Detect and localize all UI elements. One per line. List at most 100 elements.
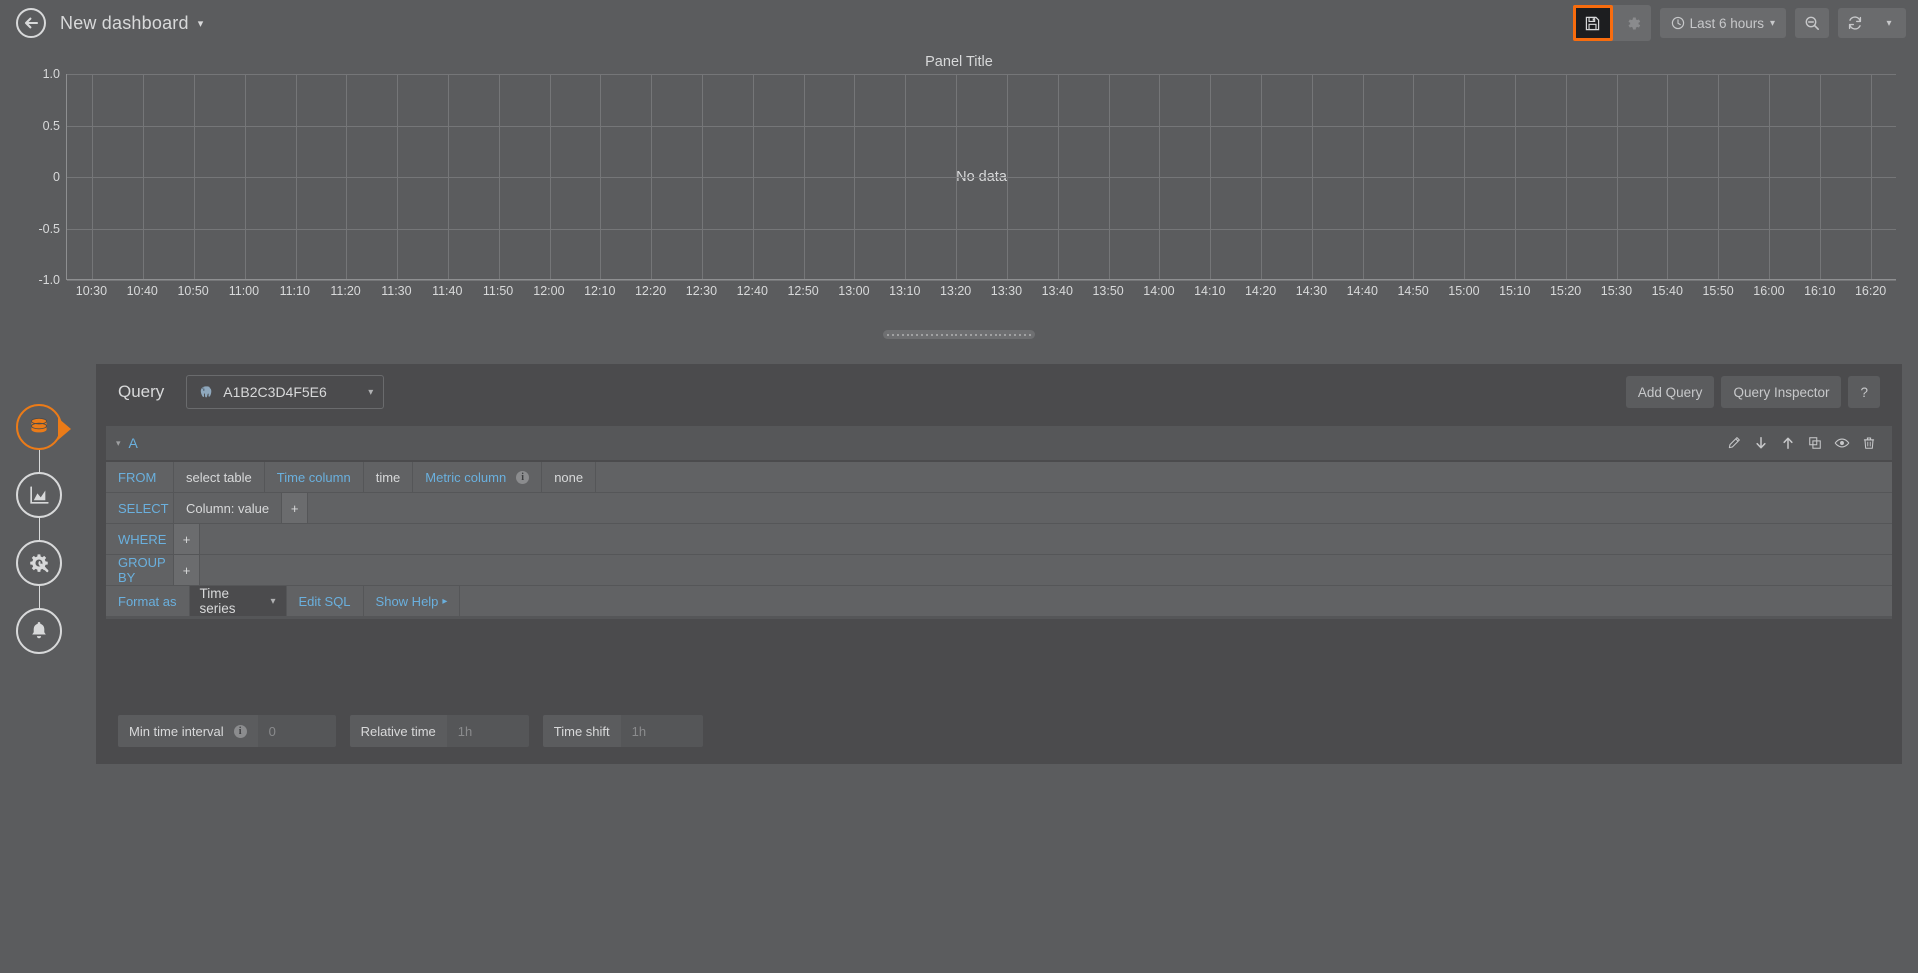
metric-column-info-icon[interactable]: i bbox=[516, 471, 529, 484]
duplicate-query-icon[interactable] bbox=[1801, 432, 1828, 454]
remove-query-icon[interactable] bbox=[1855, 432, 1882, 454]
drag-handle-dot bbox=[1019, 334, 1021, 336]
plot-area[interactable]: No data bbox=[66, 74, 1896, 280]
panel-resize-handle[interactable] bbox=[883, 330, 1035, 339]
min-time-interval-option: Min time interval i bbox=[118, 715, 336, 747]
min-time-interval-label-group: Min time interval i bbox=[118, 715, 258, 747]
grid-line-vertical bbox=[1718, 74, 1719, 279]
from-label: FROM bbox=[106, 462, 173, 492]
format-as-select[interactable]: Time series ▾ bbox=[190, 586, 286, 616]
x-axis-tick-label: 14:10 bbox=[1194, 284, 1225, 298]
show-help-button[interactable]: Show Help ▸ bbox=[364, 586, 460, 616]
time-shift-input[interactable] bbox=[621, 715, 703, 747]
query-help-button[interactable]: ? bbox=[1848, 376, 1880, 408]
refresh-interval-dropdown[interactable]: ▾ bbox=[1872, 8, 1906, 38]
drag-handle-dot bbox=[955, 334, 957, 336]
dashboard-settings-button[interactable] bbox=[1617, 8, 1651, 38]
datasource-picker[interactable]: A1B2C3D4F5E6 ▾ bbox=[186, 375, 384, 409]
arrow-up-icon bbox=[1781, 436, 1795, 450]
toggle-query-visibility-icon[interactable] bbox=[1828, 432, 1855, 454]
x-axis-tick-label: 12:10 bbox=[584, 284, 615, 298]
drag-handle-dot bbox=[907, 334, 909, 336]
sidebar-item-visualization[interactable] bbox=[16, 472, 62, 518]
graph-area: 1.00.50-0.5-1.0 No data 10:3010:4010:501… bbox=[16, 74, 1902, 320]
move-query-down-icon[interactable] bbox=[1747, 432, 1774, 454]
grid-line-vertical bbox=[1871, 74, 1872, 279]
from-row: FROM select table Time column time Metri… bbox=[106, 462, 1892, 492]
sidebar-item-alert[interactable] bbox=[16, 608, 62, 654]
from-table-select[interactable]: select table bbox=[174, 462, 264, 492]
rail-connector-line bbox=[39, 432, 40, 636]
drag-handle-dot bbox=[975, 334, 977, 336]
refresh-button[interactable] bbox=[1838, 8, 1872, 38]
gear-wrench-icon bbox=[27, 551, 52, 576]
top-navbar: New dashboard ▾ bbox=[0, 0, 1918, 46]
time-shift-option: Time shift bbox=[543, 715, 703, 747]
save-dashboard-highlight bbox=[1573, 5, 1613, 41]
active-tab-pointer-icon bbox=[58, 418, 71, 440]
y-axis-tick-label: 0.5 bbox=[43, 119, 60, 133]
x-axis-tick-label: 11:00 bbox=[229, 284, 259, 298]
query-inspector-button[interactable]: Query Inspector bbox=[1721, 376, 1841, 408]
drag-handle-dot bbox=[951, 334, 953, 336]
back-button[interactable] bbox=[16, 8, 46, 38]
save-dashboard-button[interactable] bbox=[1576, 8, 1610, 38]
dashboard-title-caret-icon[interactable]: ▾ bbox=[198, 17, 204, 30]
where-row: WHERE + bbox=[106, 524, 1892, 554]
edit-query-icon[interactable] bbox=[1720, 432, 1747, 454]
drag-handle-dot bbox=[1014, 334, 1016, 336]
select-column-value[interactable]: Column: value bbox=[174, 493, 281, 523]
collapse-query-caret-icon[interactable]: ▾ bbox=[116, 438, 121, 449]
grid-line-vertical bbox=[854, 74, 855, 279]
drag-handle-dot bbox=[995, 334, 997, 336]
time-column-value[interactable]: time bbox=[364, 462, 413, 492]
arrow-left-icon bbox=[23, 15, 39, 31]
x-axis-tick-label: 14:00 bbox=[1143, 284, 1174, 298]
query-ref-id[interactable]: A bbox=[129, 435, 138, 451]
grid-line-vertical bbox=[1464, 74, 1465, 279]
grid-line-horizontal bbox=[67, 177, 1896, 178]
x-axis-tick-label: 12:40 bbox=[737, 284, 768, 298]
database-icon bbox=[26, 414, 52, 440]
grid-line-vertical bbox=[651, 74, 652, 279]
grid-line-vertical bbox=[346, 74, 347, 279]
x-axis-tick-label: 16:10 bbox=[1804, 284, 1835, 298]
metric-column-label-group[interactable]: Metric column i bbox=[413, 462, 541, 492]
add-query-button[interactable]: Add Query bbox=[1626, 376, 1715, 408]
metric-column-value[interactable]: none bbox=[542, 462, 595, 492]
min-time-interval-info-icon[interactable]: i bbox=[234, 725, 247, 738]
edit-sql-button[interactable]: Edit SQL bbox=[287, 586, 363, 616]
grid-line-vertical bbox=[1159, 74, 1160, 279]
x-axis-tick-label: 10:40 bbox=[127, 284, 158, 298]
drag-handle-dot bbox=[980, 334, 982, 336]
drag-handle-dot bbox=[926, 334, 928, 336]
x-axis-tick-label: 12:50 bbox=[787, 284, 818, 298]
zoom-out-button[interactable] bbox=[1795, 8, 1829, 38]
grid-line-vertical bbox=[499, 74, 500, 279]
query-row-header: ▾ A bbox=[106, 426, 1892, 460]
drag-handle-dot bbox=[946, 334, 948, 336]
panel-title[interactable]: Panel Title bbox=[16, 46, 1902, 70]
add-select-column-button[interactable]: + bbox=[282, 493, 307, 523]
time-range-picker[interactable]: Last 6 hours ▾ bbox=[1660, 8, 1786, 38]
time-column-label[interactable]: Time column bbox=[265, 462, 363, 492]
grid-line-vertical bbox=[245, 74, 246, 279]
format-as-label: Format as bbox=[106, 586, 189, 616]
datasource-caret-icon: ▾ bbox=[368, 387, 373, 398]
sidebar-item-queries[interactable] bbox=[16, 404, 62, 450]
move-query-up-icon[interactable] bbox=[1774, 432, 1801, 454]
sidebar-item-general-settings[interactable] bbox=[16, 540, 62, 586]
panel-edit-tab-rail bbox=[16, 404, 64, 664]
x-axis-tick-label: 14:30 bbox=[1296, 284, 1327, 298]
grid-line-vertical bbox=[550, 74, 551, 279]
relative-time-input[interactable] bbox=[447, 715, 529, 747]
grid-line-vertical bbox=[753, 74, 754, 279]
add-group-by-button[interactable]: + bbox=[174, 555, 199, 585]
min-time-interval-input[interactable] bbox=[258, 715, 336, 747]
add-where-clause-button[interactable]: + bbox=[174, 524, 199, 554]
drag-handle-dot bbox=[990, 334, 992, 336]
select-row-filler bbox=[308, 493, 1892, 523]
dashboard-title[interactable]: New dashboard bbox=[60, 13, 189, 34]
x-axis-tick-label: 10:50 bbox=[177, 284, 208, 298]
drag-handle-dot bbox=[887, 334, 889, 336]
